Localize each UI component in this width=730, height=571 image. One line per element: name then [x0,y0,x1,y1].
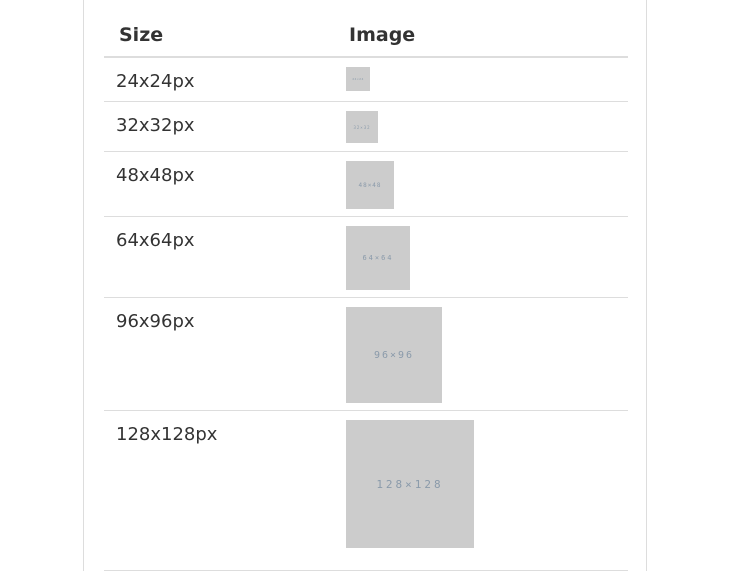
table-row: 48x48px 48×48 [104,152,628,217]
placeholder-image-text: 64×64 [362,254,394,262]
placeholder-image: 64×64 [346,226,410,290]
size-cell: 48x48px [116,165,195,186]
content-panel: Size Image 24x24px 24×24 32x32px 32×32 4… [83,0,647,571]
placeholder-image-text: 24×24 [352,77,364,81]
placeholder-image-text: 128×128 [376,477,444,491]
size-cell: 96x96px [116,311,195,332]
size-cell: 32x32px [116,115,195,136]
placeholder-image: 32×32 [346,111,378,143]
table-row: 128x128px 128×128 [104,411,628,571]
table-row: 64x64px 64×64 [104,217,628,298]
table-row: 96x96px 96×96 [104,298,628,411]
size-cell: 24x24px [116,71,195,92]
placeholder-image: 48×48 [346,161,394,209]
placeholder-image-text: 32×32 [353,124,371,130]
placeholder-image-text: 48×48 [358,181,382,189]
table-row: 32x32px 32×32 [104,102,628,152]
placeholder-image: 96×96 [346,307,442,403]
table-row: 24x24px 24×24 [104,58,628,102]
table-header: Size Image [104,0,628,58]
column-header-size: Size [119,24,164,46]
size-cell: 128x128px [116,424,218,445]
placeholder-image-text: 96×96 [373,349,415,361]
placeholder-image: 128×128 [346,420,474,548]
size-cell: 64x64px [116,230,195,251]
placeholder-image: 24×24 [346,67,370,91]
image-size-table: Size Image 24x24px 24×24 32x32px 32×32 4… [104,0,628,571]
column-header-image: Image [349,24,416,46]
